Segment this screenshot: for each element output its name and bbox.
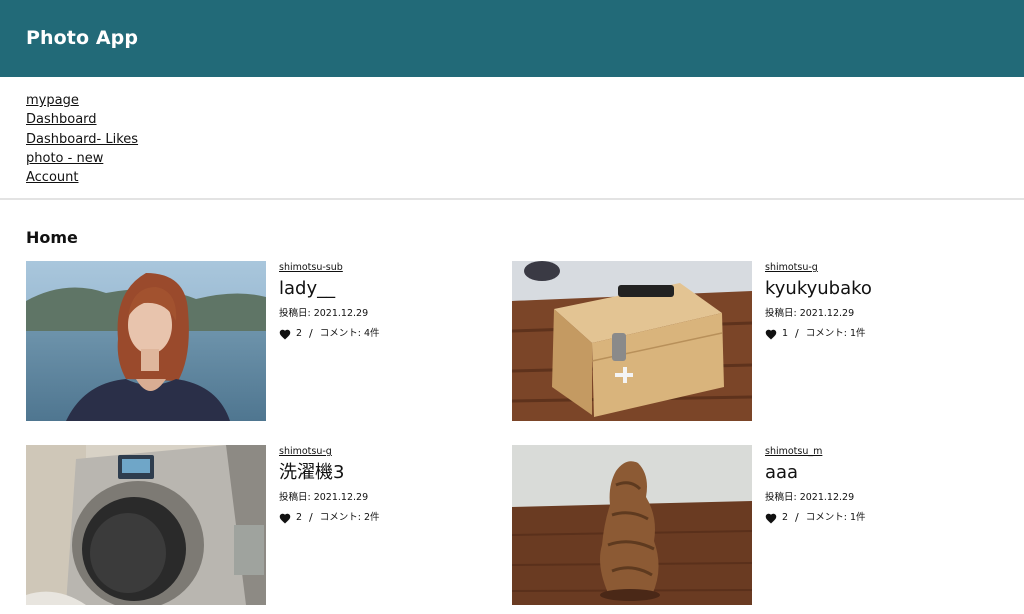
wood-carving-photo bbox=[512, 445, 752, 605]
photo-card: shimotsu-g kyukyubako 投稿日: 2021.12.29 1 … bbox=[512, 261, 982, 421]
photo-thumbnail[interactable] bbox=[26, 261, 266, 421]
post-author-link[interactable]: shimotsu_m bbox=[765, 445, 980, 458]
nav-link-account[interactable]: Account bbox=[26, 168, 138, 187]
post-date: 投稿日: 2021.12.29 bbox=[765, 492, 855, 503]
wooden-box-photo bbox=[512, 261, 752, 421]
post-stats: 2 / コメント: 2件 bbox=[279, 511, 494, 525]
post-stats: 1 / コメント: 1件 bbox=[765, 327, 980, 341]
app-header: Photo App bbox=[0, 0, 1024, 77]
photo-card: shimotsu-sub lady__ 投稿日: 2021.12.29 2 / … bbox=[26, 261, 496, 421]
post-title[interactable]: 洗濯機3 bbox=[279, 461, 494, 485]
stats-separator: / bbox=[795, 327, 799, 340]
nav-link-dashboard-likes[interactable]: Dashboard- Likes bbox=[26, 130, 138, 149]
post-meta: shimotsu-g 洗濯機3 投稿日: 2021.12.29 2 / コメント… bbox=[279, 445, 494, 525]
post-date: 投稿日: 2021.12.29 bbox=[279, 492, 369, 503]
post-meta: shimotsu_m aaa 投稿日: 2021.12.29 2 / コメント:… bbox=[765, 445, 980, 525]
heart-icon[interactable] bbox=[765, 329, 777, 340]
portrait-photo bbox=[26, 261, 266, 421]
post-meta: shimotsu-sub lady__ 投稿日: 2021.12.29 2 / … bbox=[279, 261, 494, 341]
app-brand[interactable]: Photo App bbox=[26, 27, 138, 49]
like-count: 2 bbox=[296, 512, 303, 523]
heart-icon[interactable] bbox=[279, 329, 291, 340]
post-author-link[interactable]: shimotsu-g bbox=[765, 261, 980, 274]
photo-card: shimotsu_m aaa 投稿日: 2021.12.29 2 / コメント:… bbox=[512, 445, 982, 605]
stats-separator: / bbox=[309, 511, 313, 524]
stats-separator: / bbox=[795, 511, 799, 524]
heart-icon[interactable] bbox=[279, 513, 291, 524]
post-date: 投稿日: 2021.12.29 bbox=[765, 308, 855, 319]
photo-card: shimotsu-g 洗濯機3 投稿日: 2021.12.29 2 / コメント… bbox=[26, 445, 496, 605]
nav-link-photo-new[interactable]: photo - new bbox=[26, 149, 138, 168]
like-count: 2 bbox=[296, 328, 303, 339]
nav-link-mypage[interactable]: mypage bbox=[26, 91, 138, 110]
comment-count: コメント: 1件 bbox=[805, 328, 866, 339]
post-author-link[interactable]: shimotsu-sub bbox=[279, 261, 494, 274]
post-title[interactable]: lady__ bbox=[279, 277, 494, 301]
post-title[interactable]: kyukyubako bbox=[765, 277, 980, 301]
comment-count: コメント: 4件 bbox=[319, 328, 380, 339]
post-date: 投稿日: 2021.12.29 bbox=[279, 308, 369, 319]
stats-separator: / bbox=[309, 327, 313, 340]
like-count: 2 bbox=[782, 512, 789, 523]
photo-thumbnail[interactable] bbox=[512, 261, 752, 421]
comment-count: コメント: 2件 bbox=[319, 512, 380, 523]
nav-link-dashboard[interactable]: Dashboard bbox=[26, 110, 138, 129]
main-nav: mypage Dashboard Dashboard- Likes photo … bbox=[26, 91, 138, 187]
post-title[interactable]: aaa bbox=[765, 461, 980, 485]
photo-thumbnail[interactable] bbox=[26, 445, 266, 605]
post-stats: 2 / コメント: 1件 bbox=[765, 511, 980, 525]
post-meta: shimotsu-g kyukyubako 投稿日: 2021.12.29 1 … bbox=[765, 261, 980, 341]
heart-icon[interactable] bbox=[765, 513, 777, 524]
washing-machine-photo bbox=[26, 445, 266, 605]
photo-thumbnail[interactable] bbox=[512, 445, 752, 605]
page-title: Home bbox=[26, 228, 78, 247]
header-divider bbox=[0, 198, 1024, 200]
comment-count: コメント: 1件 bbox=[805, 512, 866, 523]
post-stats: 2 / コメント: 4件 bbox=[279, 327, 494, 341]
like-count: 1 bbox=[782, 328, 789, 339]
post-author-link[interactable]: shimotsu-g bbox=[279, 445, 494, 458]
